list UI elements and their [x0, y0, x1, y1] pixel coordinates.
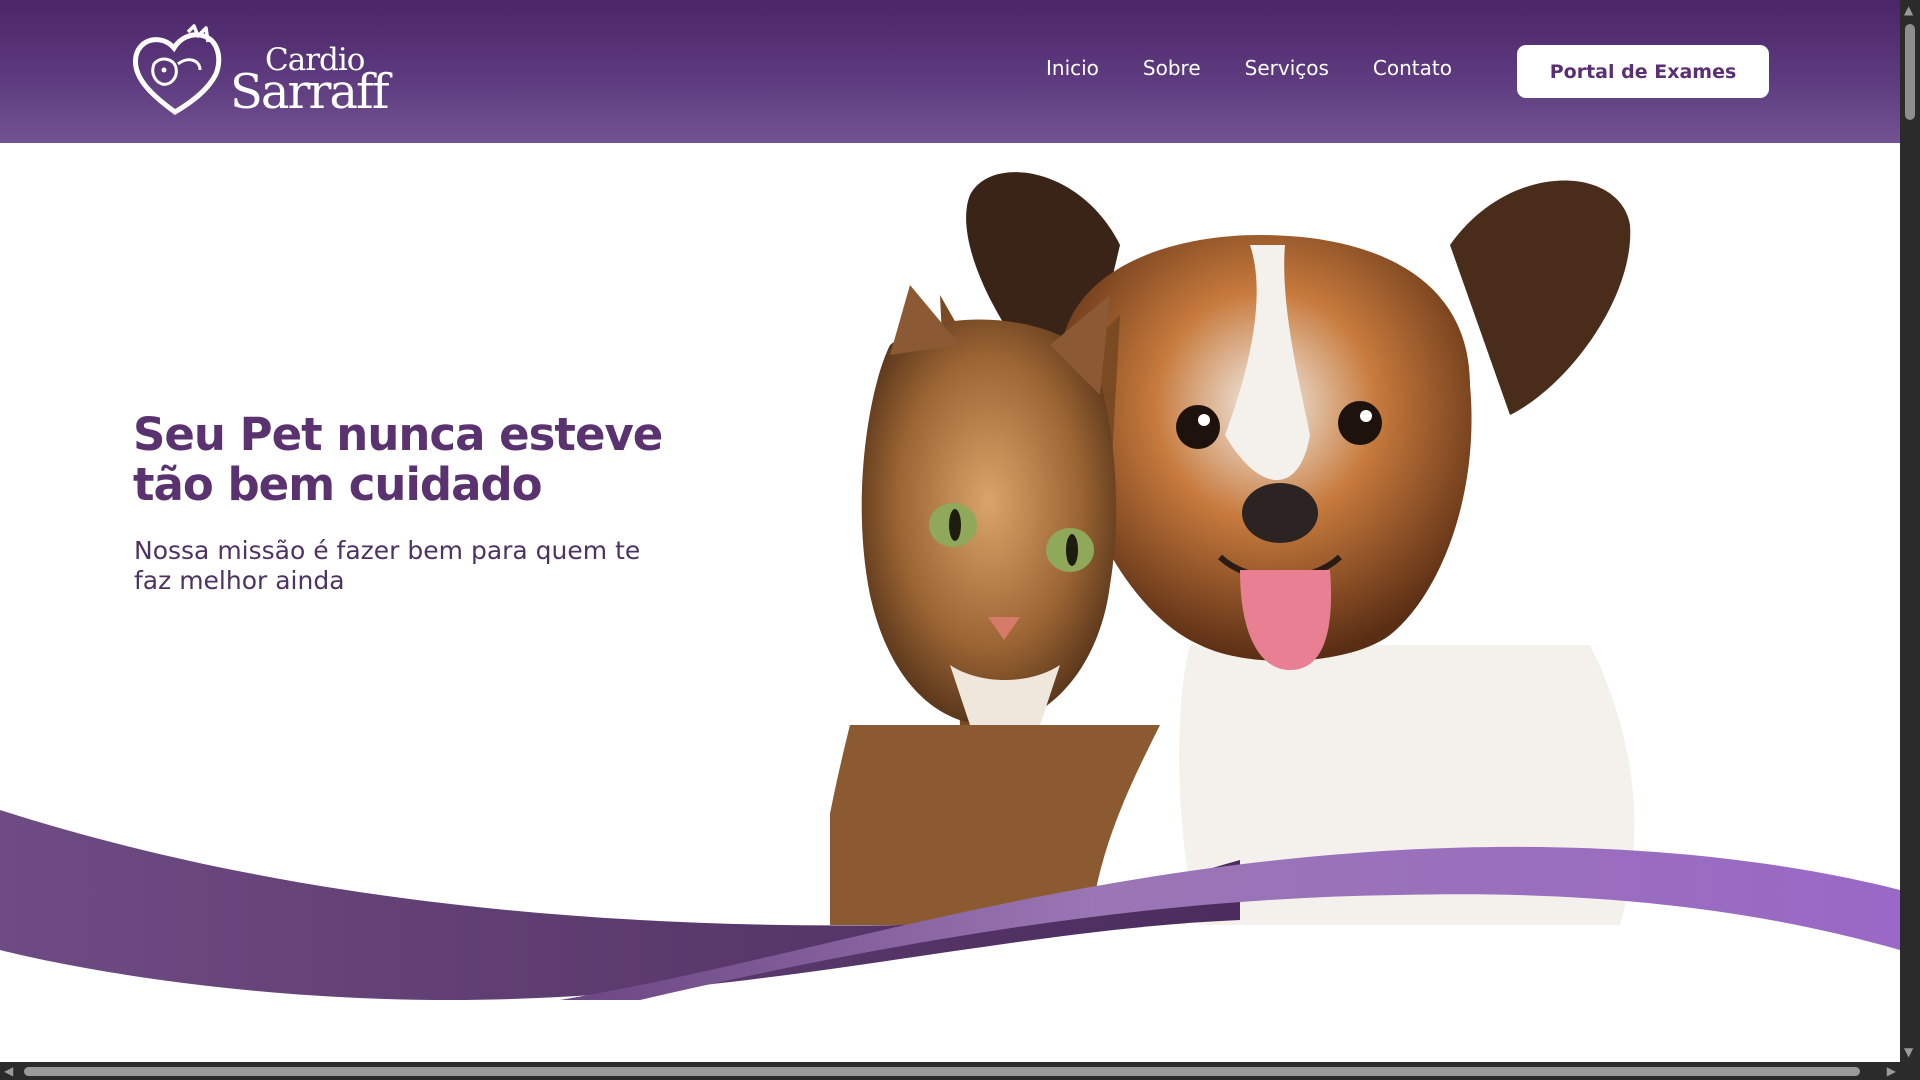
logo-text-sarraff: Sarraff: [230, 64, 390, 120]
arrow-left-icon[interactable]: ◀: [4, 1065, 13, 1077]
arrow-right-icon[interactable]: ▶: [1887, 1065, 1896, 1077]
portal-de-exames-button[interactable]: Portal de Exames: [1517, 45, 1769, 98]
hero-subtitle: Nossa missão é fazer bem para quem te fa…: [134, 536, 641, 595]
nav-link-inicio[interactable]: Inicio: [1046, 56, 1099, 80]
nav-link-contato[interactable]: Contato: [1373, 56, 1452, 80]
site-header: Cardio Sarraff Inicio Sobre Serviços Con…: [0, 0, 1900, 143]
main-nav: Inicio Sobre Serviços Contato: [1046, 56, 1496, 80]
decorative-wave: [0, 810, 1900, 1000]
logo[interactable]: Cardio Sarraff: [130, 24, 390, 120]
arrow-up-icon[interactable]: ▲: [1904, 4, 1913, 16]
vertical-scroll-thumb[interactable]: [1905, 24, 1915, 120]
heart-cat-dog-logo-icon: [132, 24, 222, 115]
nav-link-sobre[interactable]: Sobre: [1143, 56, 1201, 80]
horizontal-scrollbar[interactable]: ◀ ▶: [0, 1062, 1920, 1080]
arrow-down-icon[interactable]: ▼: [1904, 1046, 1913, 1058]
nav-link-servicos[interactable]: Serviços: [1245, 56, 1329, 80]
hero-title: Seu Pet nunca esteve tão bem cuidado: [133, 408, 663, 511]
vertical-scrollbar[interactable]: ▲ ▼: [1900, 0, 1920, 1062]
horizontal-scroll-thumb[interactable]: [24, 1067, 1860, 1076]
